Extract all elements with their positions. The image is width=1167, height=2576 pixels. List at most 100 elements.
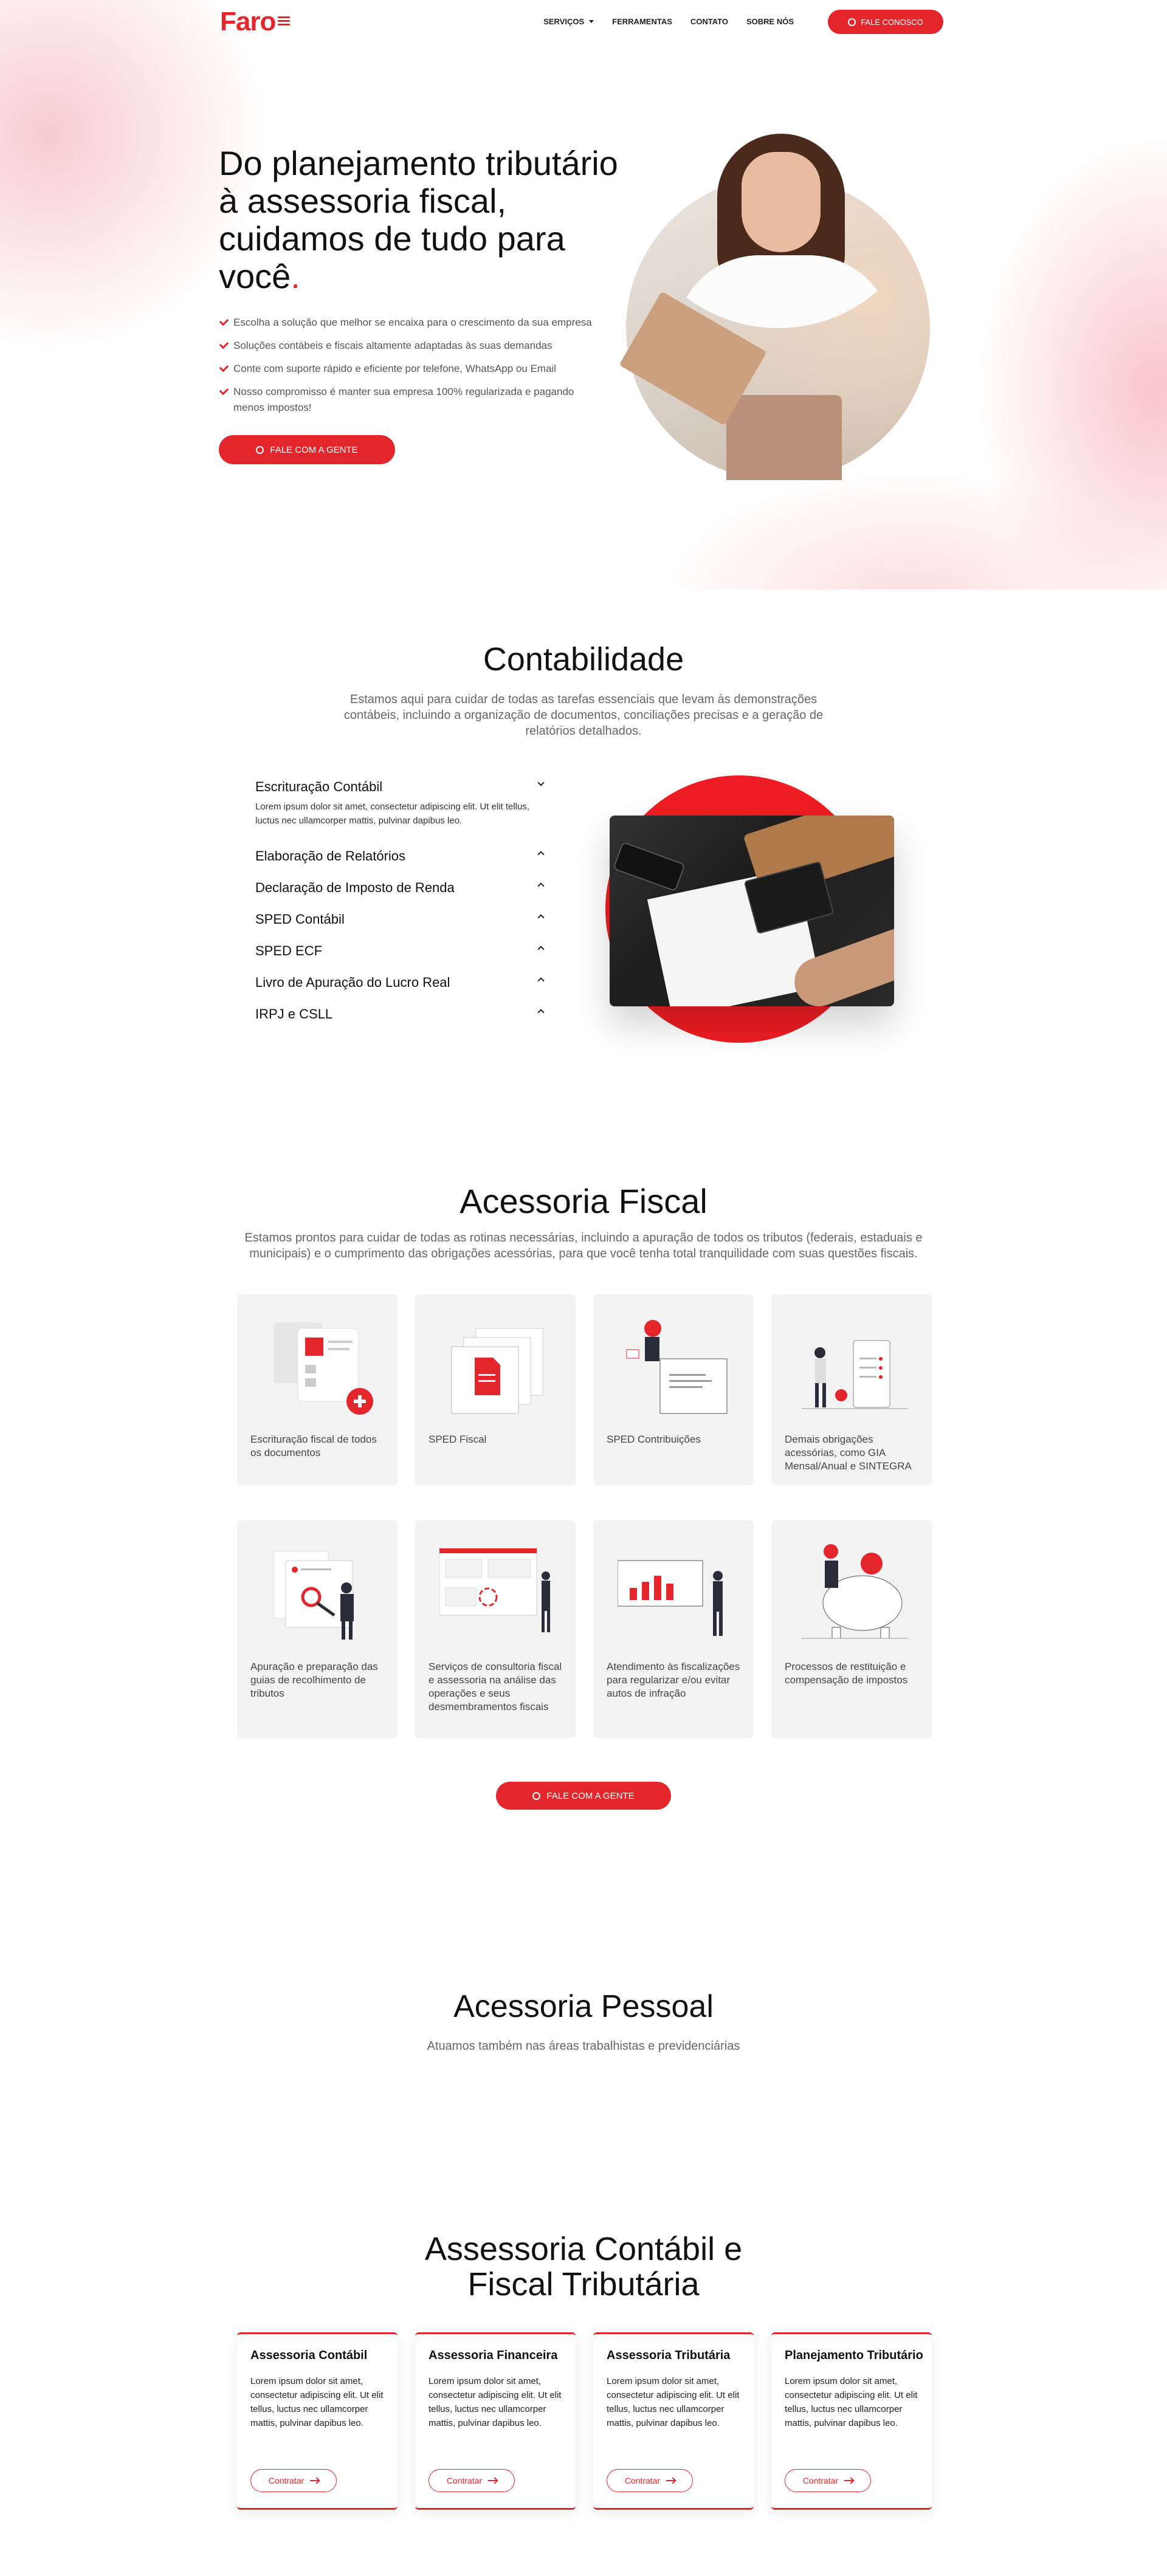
pricing-card-title: Assessoria Financeira	[429, 2349, 558, 2362]
contratar-button[interactable]: Contratar	[785, 2469, 871, 2492]
top-nav: Faro SERVIÇOS FERRAMENTAS CONTATO SOBRE …	[0, 0, 1167, 43]
service-card: Processos de restituição e compensação d…	[771, 1520, 932, 1738]
whatsapp-icon	[256, 445, 264, 454]
pricing-card-text: Lorem ipsum dolor sit amet, consectetur …	[250, 2376, 384, 2428]
pricing-card-text: Lorem ipsum dolor sit amet, consectetur …	[785, 2376, 918, 2428]
whatsapp-icon	[848, 18, 856, 26]
chevron-up-icon	[537, 851, 545, 858]
accordion-label: IRPJ e CSLL	[255, 1006, 333, 1022]
menu-label: SERVIÇOS	[543, 17, 585, 26]
pricing-card-title: Assessoria Contábil	[250, 2349, 368, 2362]
contabilidade-subtitle: Estamos aqui para cuidar de todas as tar…	[343, 693, 824, 738]
service-card-label: Processos de restituição e compensação d…	[785, 1661, 908, 1686]
accordion-label: Livro de Apuração do Lucro Real	[255, 975, 450, 990]
menu-item-contato[interactable]: CONTATO	[690, 17, 728, 26]
accordion: Escrituração Contábil Lorem ipsum dolor …	[255, 779, 547, 1038]
fiscal-subtitle: Estamos prontos para cuidar de todas as …	[244, 1231, 923, 1260]
arrow-right-icon	[488, 2480, 497, 2481]
checklist-person-icon	[802, 1340, 908, 1409]
accordion-label: Escrituração Contábil	[255, 779, 383, 794]
fiscal-cta-button[interactable]: FALE COM A GENTE	[496, 1782, 671, 1810]
fiscal-cta-label: FALE COM A GENTE	[546, 1790, 635, 1801]
service-card: SPED Fiscal	[415, 1294, 576, 1485]
service-card: SPED Contribuições	[593, 1294, 754, 1485]
service-card-label: Escrituração fiscal de todos os document…	[250, 1434, 377, 1458]
contratar-button[interactable]: Contratar	[429, 2469, 515, 2492]
accordion-item[interactable]: IRPJ e CSLL	[255, 1006, 547, 1038]
menu-item-sobre[interactable]: SOBRE NÓS	[746, 17, 794, 26]
accordion-label: Declaração de Imposto de Renda	[255, 880, 455, 895]
button-label: Contratar	[446, 2476, 483, 2485]
service-card-label: Apuração e preparação das guias de recol…	[250, 1661, 378, 1699]
desk-photo	[610, 816, 894, 1006]
arrow-right-icon	[844, 2480, 853, 2481]
pricing-card-text: Lorem ipsum dolor sit amet, consectetur …	[429, 2376, 562, 2428]
hero-check-list: Escolha a solução que melhor se encaixa …	[219, 315, 608, 423]
whatsapp-icon	[532, 1791, 541, 1800]
button-label: Contratar	[268, 2476, 305, 2485]
pricing-card: Assessoria Contábil Lorem ipsum dolor si…	[237, 2332, 398, 2510]
accordion-item[interactable]: Elaboração de Relatórios	[255, 848, 547, 880]
contratar-button[interactable]: Contratar	[607, 2469, 693, 2492]
accordion-item[interactable]: SPED Contábil	[255, 912, 547, 943]
pricing-card: Planejamento Tributário Lorem ipsum dolo…	[771, 2332, 932, 2510]
arrow-right-icon	[310, 2480, 319, 2481]
service-card-label: SPED Contribuições	[607, 1434, 701, 1445]
pessoal-subtitle: Atuamos também nas áreas trabalhistas e …	[427, 2039, 740, 2053]
contratar-button[interactable]: Contratar	[250, 2469, 337, 2492]
menu-item-ferramentas[interactable]: FERRAMENTAS	[612, 17, 672, 26]
hero-cta-button[interactable]: FALE COM A GENTE	[219, 435, 395, 464]
service-card-label: SPED Fiscal	[429, 1434, 487, 1445]
person-envelope-icon	[626, 1320, 728, 1414]
pricing-card: Assessoria Tributária Lorem ipsum dolor …	[593, 2332, 754, 2510]
accordion-label: SPED ECF	[255, 943, 323, 958]
nav-cta-label: FALE CONOSCO	[861, 17, 923, 27]
arrow-right-icon	[666, 2480, 675, 2481]
chevron-up-icon	[537, 882, 545, 890]
chevron-up-icon	[537, 1009, 545, 1016]
check-item: Nosso compromisso é manter sua empresa 1…	[219, 384, 608, 416]
bar-chart-presentation-icon	[618, 1560, 723, 1636]
fiscal-title: Acessoria Fiscal	[460, 1182, 707, 1220]
button-label: Contratar	[802, 2476, 839, 2485]
service-card-label: Atendimento às fiscalizações para regula…	[607, 1661, 740, 1699]
check-item: Escolha a solução que melhor se encaixa …	[219, 315, 608, 331]
documents-icon	[274, 1322, 373, 1415]
service-card: Atendimento às fiscalizações para regula…	[593, 1520, 754, 1738]
menu-item-servicos[interactable]: SERVIÇOS	[543, 17, 594, 26]
accordion-item[interactable]: Escrituração Contábil Lorem ipsum dolor …	[255, 779, 547, 828]
hero-section: Do planejamento tributário à assessoria …	[0, 0, 1167, 589]
page: Do planejamento tributário à assessoria …	[0, 0, 1167, 2576]
pricing-card: Assessoria Financeira Lorem ipsum dolor …	[415, 2332, 576, 2510]
hero-title-text: Do planejamento tributário à assessoria …	[219, 144, 618, 295]
tributaria-title-line: Assessoria Contábil e	[424, 2231, 743, 2267]
chevron-up-icon	[537, 977, 545, 984]
accordion-body: Lorem ipsum dolor sit amet, consectetur …	[255, 802, 530, 826]
hero-title-dot: .	[291, 257, 300, 295]
tributaria-title: Assessoria Contábil e Fiscal Tributária	[0, 2231, 1167, 2302]
contabilidade-title: Contabilidade	[483, 641, 684, 678]
tributaria-title-line: Fiscal Tributária	[467, 2266, 700, 2303]
service-card: Serviços de consultoria fiscal e assesso…	[415, 1520, 576, 1738]
service-card-label: Demais obrigações acessórias, como GIA M…	[785, 1434, 912, 1472]
accordion-item[interactable]: SPED ECF	[255, 943, 547, 975]
accordion-item[interactable]: Livro de Apuração do Lucro Real	[255, 975, 547, 1006]
check-item: Soluções contábeis e fiscais altamente a…	[219, 338, 608, 354]
dashboard-person-icon	[439, 1548, 550, 1632]
pessoal-title: Acessoria Pessoal	[453, 1989, 714, 2024]
magnifier-person-icon	[273, 1551, 354, 1640]
button-label: Contratar	[624, 2476, 661, 2485]
accordion-label: Elaboração de Relatórios	[255, 848, 406, 864]
pricing-card-title: Planejamento Tributário	[785, 2349, 923, 2362]
logo[interactable]: Faro	[220, 7, 291, 36]
chevron-down-icon	[537, 779, 545, 786]
hero-person-face	[742, 152, 821, 252]
nav-cta-button[interactable]: FALE CONOSCO	[828, 10, 943, 34]
pricing-card-title: Assessoria Tributária	[607, 2349, 731, 2362]
main-menu: SERVIÇOS FERRAMENTAS CONTATO SOBRE NÓS	[543, 17, 794, 26]
service-card: Apuração e preparação das guias de recol…	[237, 1520, 398, 1738]
logo-text: Faro	[220, 7, 276, 36]
accordion-item[interactable]: Declaração de Imposto de Renda	[255, 880, 547, 912]
documents-stack-icon	[451, 1328, 543, 1414]
service-card-label: Serviços de consultoria fiscal e assesso…	[429, 1661, 562, 1712]
